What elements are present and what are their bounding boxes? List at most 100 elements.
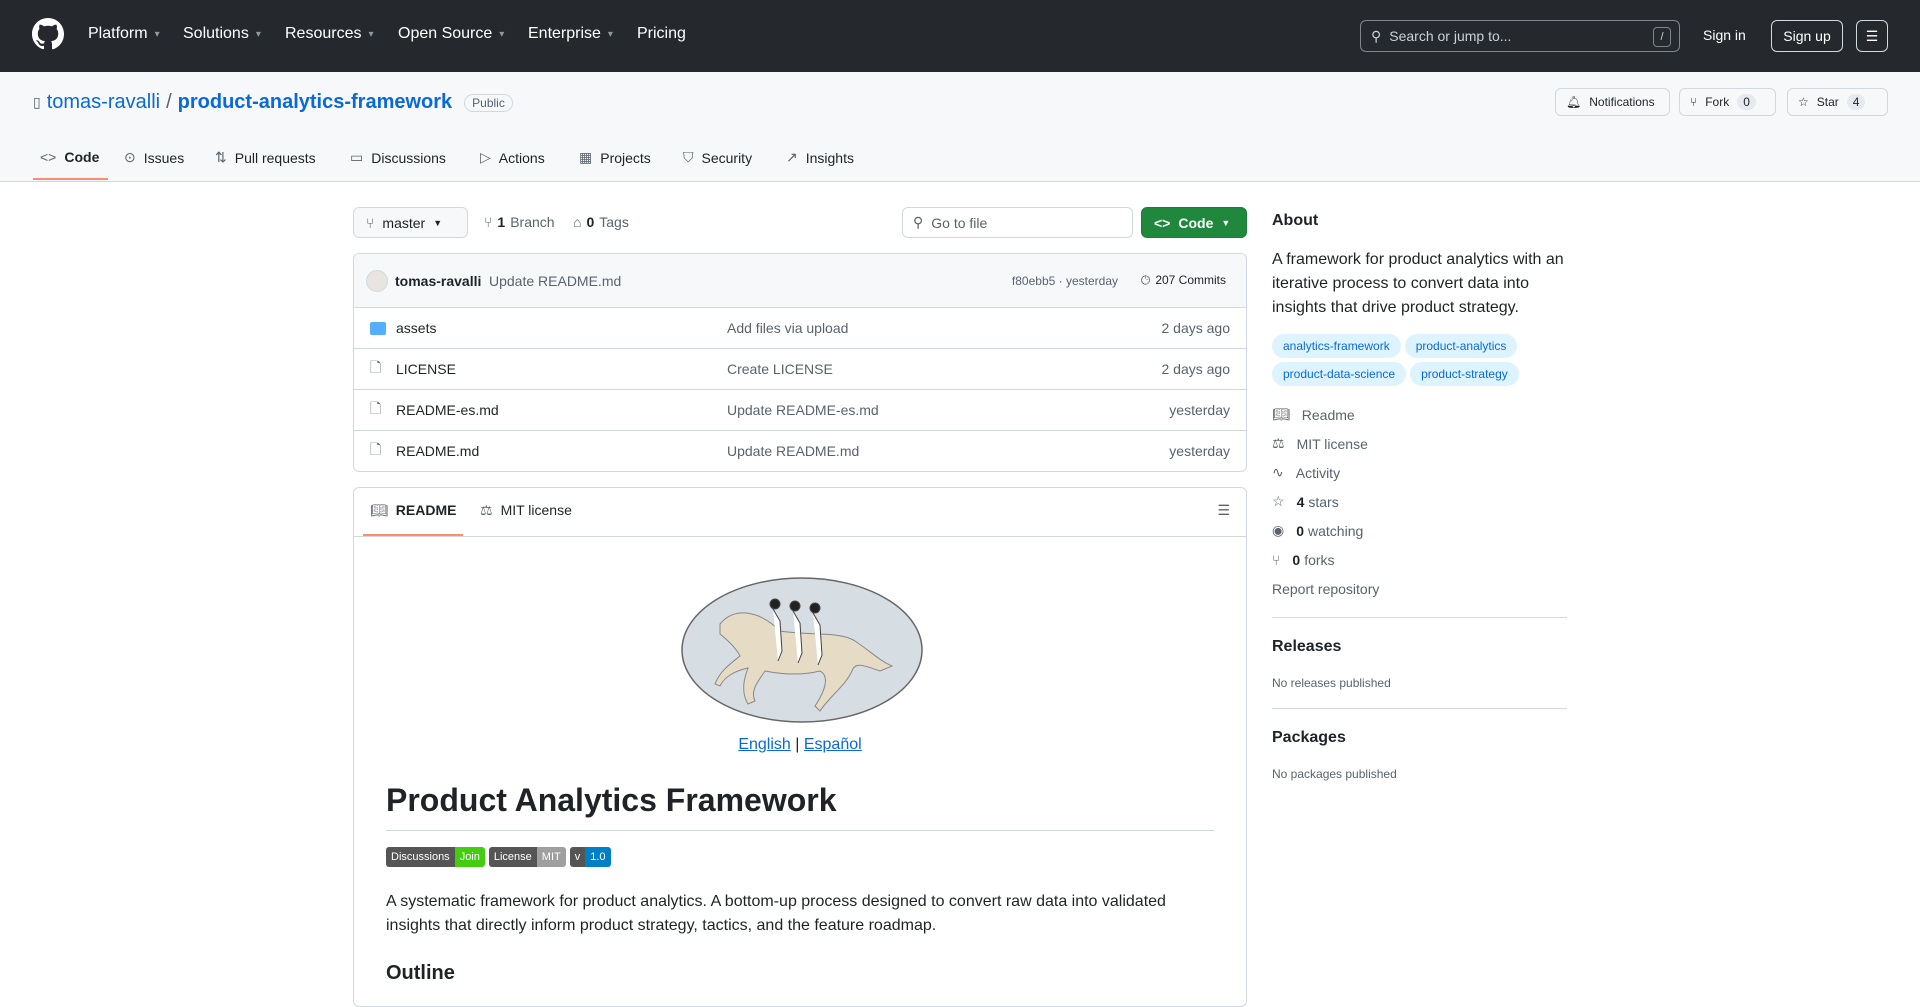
nav-open-source[interactable]: Open Source ▾ [398, 25, 504, 43]
report-repository-link[interactable]: Report repository [1272, 574, 1567, 603]
nav-resources[interactable]: Resources ▾ [285, 25, 374, 43]
tab-readme[interactable]: 📖︎ README [370, 502, 456, 519]
tab-projects[interactable]: ▦ Projects [579, 149, 651, 166]
file-commit-message[interactable]: Create LICENSE [727, 361, 833, 377]
watching-link[interactable]: ◉ 0 watching [1272, 516, 1567, 545]
file-icon: 🗋︎ [370, 359, 382, 375]
discussions-badge[interactable]: Discussions Join [386, 847, 485, 867]
badge-label: License [488, 847, 537, 867]
sliders-menu-icon[interactable]: ☰ [1856, 20, 1888, 52]
activity-link[interactable]: ∿ Activity [1272, 458, 1567, 487]
sign-in-link[interactable]: Sign in [1703, 27, 1746, 43]
license-badge[interactable]: License MIT [488, 847, 566, 867]
file-name[interactable]: README-es.md [396, 402, 499, 418]
releases-empty: No releases published [1272, 676, 1391, 690]
tag-text: Tags [599, 214, 629, 230]
tab-issues[interactable]: ⊙ Issues [124, 149, 184, 166]
search-shortcut: / [1653, 27, 1671, 47]
file-commit-message[interactable]: Update README-es.md [727, 402, 879, 418]
tab-insights[interactable]: ↗ Insights [786, 149, 854, 166]
sign-up-button[interactable]: Sign up [1771, 20, 1843, 52]
chevron-down-icon: ▾ [154, 28, 160, 40]
avatar[interactable] [366, 269, 388, 292]
badges: Discussions Join License MIT v 1.0 [386, 847, 615, 867]
law-icon: ⚖ [1272, 435, 1285, 451]
espanol-link[interactable]: Español [804, 736, 862, 753]
english-link[interactable]: English [738, 736, 790, 753]
nav-platform[interactable]: Platform ▾ [88, 25, 160, 43]
branch-icon: ⑂ [366, 214, 375, 231]
tab-label: Insights [805, 149, 854, 166]
file-row[interactable]: 🗋︎ README-es.md Update README-es.md yesterd… [354, 389, 1246, 430]
watching-label: watching [1308, 522, 1364, 539]
fork-button[interactable]: ⑂ Fork 0 [1679, 88, 1776, 116]
forks-count: 0 [1292, 551, 1301, 568]
graph-icon: ↗ [786, 149, 798, 165]
topic-tag[interactable]: product-strategy [1410, 362, 1519, 386]
readme-tabs: 📖︎ README ⚖ MIT license ☰ [354, 488, 1246, 537]
file-commit-message[interactable]: Add files via upload [727, 320, 848, 336]
tags-link[interactable]: ⌂ 0 Tags [573, 214, 629, 230]
code-icon: <> [40, 149, 57, 165]
notifications-button[interactable]: 🔔︎ Notifications [1555, 88, 1670, 116]
folder-icon [370, 321, 386, 335]
forks-link[interactable]: ⑂ 0 forks [1272, 545, 1567, 574]
activity-label: Activity [1295, 464, 1341, 481]
branches-link[interactable]: ⑂ 1 Branch [484, 214, 555, 230]
star-button[interactable]: ☆ Star 4 [1787, 88, 1888, 116]
tab-discussions[interactable]: ▭ Discussions [350, 149, 446, 166]
search-placeholder: Search or jump to... [1389, 28, 1512, 44]
nav-pricing[interactable]: Pricing [637, 25, 686, 43]
repo-owner-link[interactable]: tomas-ravalli [47, 91, 160, 114]
topic-tag[interactable]: analytics-framework [1272, 334, 1401, 358]
nav-label: Resources [285, 25, 362, 42]
file-row[interactable]: 🗋︎ LICENSE Create LICENSE 2 days ago [354, 348, 1246, 389]
file-row[interactable]: assets Add files via upload 2 days ago [354, 307, 1246, 348]
caret-down-icon: ▼ [1221, 217, 1231, 228]
commit-message[interactable]: Update README.md [489, 273, 621, 289]
active-tab-underline [33, 178, 108, 180]
releases-title[interactable]: Releases [1272, 638, 1567, 656]
code-button[interactable]: <> Code ▼ [1141, 207, 1247, 238]
commits-link[interactable]: 🕒︎ 207 Commits [1141, 273, 1226, 288]
fork-count: 0 [1737, 94, 1756, 110]
repo-name-link[interactable]: product-analytics-framework [178, 91, 453, 114]
nav-enterprise[interactable]: Enterprise ▾ [528, 25, 613, 43]
commit-hash[interactable]: f80ebb5 · yesterday [1012, 274, 1118, 288]
branch-select[interactable]: ⑂ master ▼ [353, 207, 468, 238]
tab-mit-license[interactable]: ⚖ MIT license [480, 502, 572, 519]
topic-tag[interactable]: product-data-science [1272, 362, 1407, 386]
search-input[interactable]: ⚲ Search or jump to... / [1360, 20, 1680, 52]
divider [1272, 617, 1567, 618]
readme-intro: A systematic framework for product analy… [386, 893, 1166, 934]
history-icon: 🕒︎ [1140, 273, 1151, 287]
packages-title[interactable]: Packages [1272, 729, 1567, 747]
file-name[interactable]: README.md [396, 443, 479, 459]
latest-commit-row: tomas-ravalli Update README.md f80ebb5 ·… [354, 254, 1246, 307]
github-logo-icon[interactable] [32, 18, 64, 50]
file-icon: 🗋︎ [370, 441, 382, 457]
outline-list-icon[interactable]: ☰ [1217, 502, 1230, 519]
commits-count: 207 Commits [1155, 273, 1226, 287]
file-commit-message[interactable]: Update README.md [727, 443, 859, 459]
stars-link[interactable]: ☆ 4 stars [1272, 487, 1567, 516]
file-name[interactable]: assets [396, 320, 436, 336]
topic-tag[interactable]: product-analytics [1404, 334, 1518, 358]
tab-pull-requests[interactable]: ⇅ Pull requests [215, 149, 316, 166]
version-badge[interactable]: v 1.0 [569, 847, 611, 867]
file-time: 2 days ago [1161, 361, 1231, 377]
file-name[interactable]: LICENSE [396, 361, 456, 377]
go-to-file-input[interactable]: ⚲ Go to file [902, 207, 1133, 238]
tab-actions[interactable]: ▷ Actions [480, 149, 545, 166]
nav-solutions[interactable]: Solutions ▾ [183, 25, 261, 43]
language-links: English | Español [354, 736, 1246, 754]
tab-security[interactable]: ⛉ Security [683, 149, 752, 166]
pulse-icon: ∿ [1272, 464, 1284, 480]
repo-separator: / [166, 91, 172, 113]
file-row[interactable]: 🗋︎ README.md Update README.md yesterday [354, 430, 1246, 471]
pull-request-icon: ⇅ [215, 149, 227, 165]
commit-author[interactable]: tomas-ravalli [395, 273, 481, 289]
tab-code[interactable]: <> Code [40, 149, 99, 165]
readme-link[interactable]: 📖︎ Readme [1272, 400, 1567, 429]
license-link[interactable]: ⚖ MIT license [1272, 429, 1567, 458]
